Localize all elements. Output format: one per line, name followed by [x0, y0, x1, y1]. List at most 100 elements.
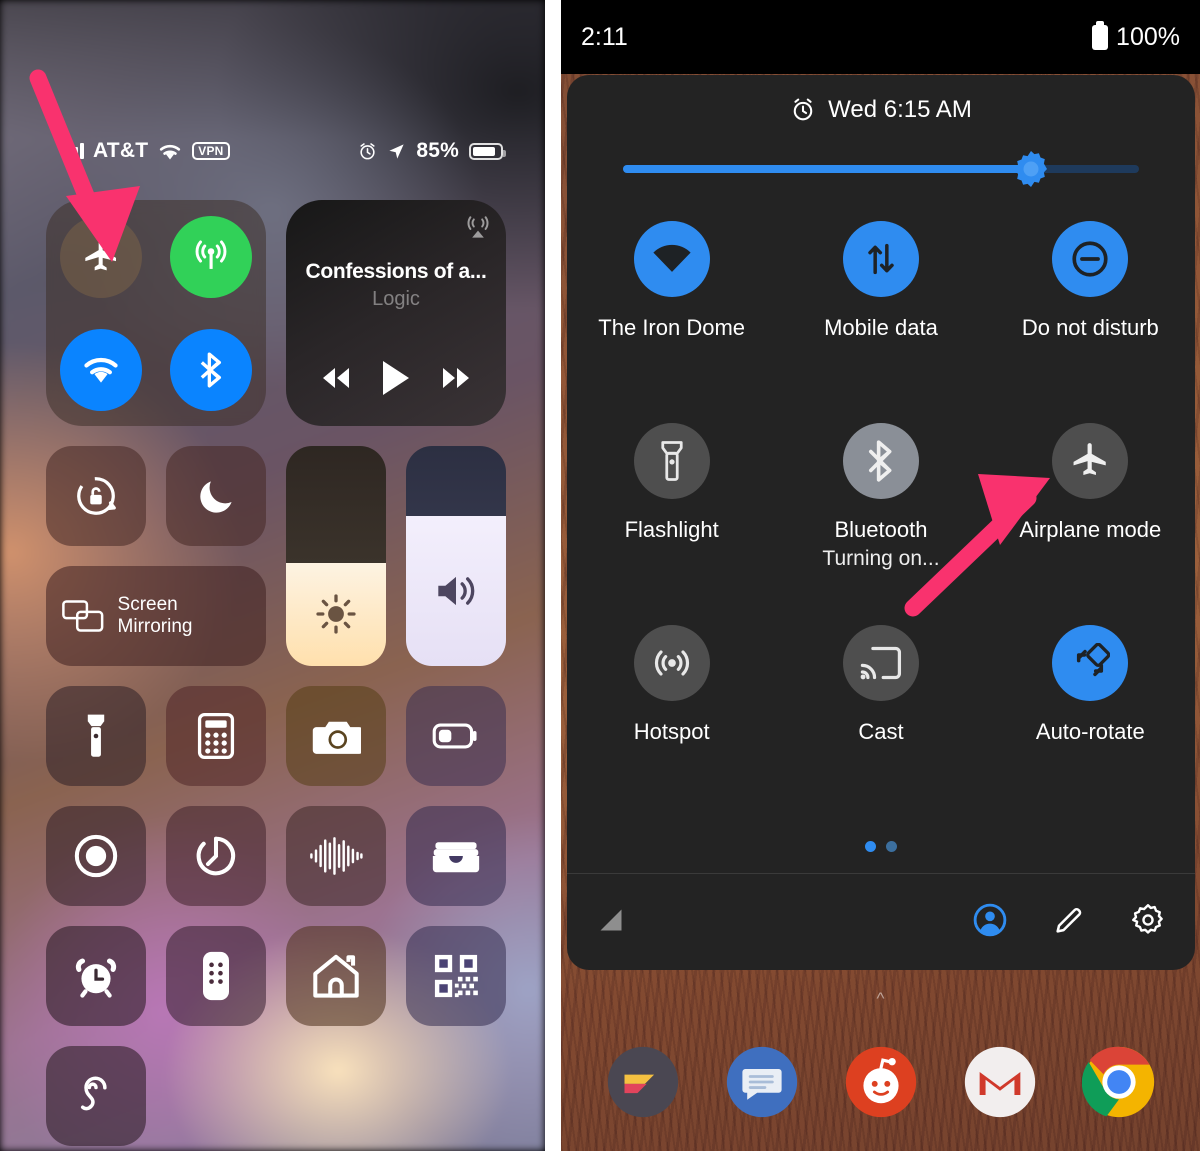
- record-circle-icon: [74, 834, 118, 878]
- hotspot-icon: [633, 625, 710, 701]
- tile-label: Flashlight: [624, 517, 719, 542]
- voice-memos-shortcut[interactable]: [286, 806, 386, 906]
- page-dot-inactive[interactable]: [886, 841, 897, 852]
- battery-percent-label: 100%: [1116, 22, 1180, 51]
- page-indicator[interactable]: [567, 841, 1195, 852]
- cellular-bars-icon: [62, 143, 84, 159]
- waveform-icon: [310, 837, 363, 875]
- tile-hotspot[interactable]: Hotspot: [567, 611, 776, 813]
- cellular-data-toggle[interactable]: [170, 215, 252, 298]
- ios-status-bar: AT&T VPN 85%: [0, 133, 545, 169]
- vpn-badge: VPN: [192, 141, 230, 161]
- tile-cast[interactable]: Cast: [776, 611, 985, 813]
- tile-label: Airplane mode: [1019, 517, 1162, 542]
- wifi-icon: [84, 357, 118, 383]
- tile-sublabel: Turning on...: [822, 547, 940, 570]
- qr-scanner-shortcut[interactable]: [406, 926, 506, 1026]
- hearing-shortcut[interactable]: [46, 1046, 146, 1146]
- battery-percent-label: 85%: [416, 139, 459, 162]
- alarm-shortcut[interactable]: [46, 926, 146, 1026]
- tile-wifi[interactable]: The Iron Dome: [567, 207, 776, 409]
- wifi-toggle[interactable]: [60, 328, 142, 411]
- camera-icon: [312, 721, 361, 754]
- screen-mirroring-button[interactable]: Screen Mirroring: [46, 566, 266, 666]
- android-quick-settings-screen: 2:11 100% Wed 6:15 AM The Iron Dome Mobi…: [561, 0, 1200, 1151]
- media-title: Confessions of a...: [305, 260, 487, 283]
- calculator-icon: [197, 713, 235, 759]
- camera-shortcut[interactable]: [286, 686, 386, 786]
- cellular-antenna-icon: [195, 240, 227, 269]
- slider-fill: [623, 165, 1031, 173]
- wifi-icon: [160, 144, 181, 159]
- chevron-up-icon[interactable]: ^: [877, 989, 885, 1009]
- comparison-screenshot: AT&T VPN 85% Confessions of a... Logic S…: [0, 0, 1200, 1151]
- home-icon: [313, 954, 359, 998]
- moon-icon: [200, 481, 232, 513]
- rewind-button[interactable]: [316, 365, 356, 396]
- quick-settings-tiles: The Iron Dome Mobile data Do not disturb…: [567, 207, 1195, 813]
- media-playback-widget[interactable]: Confessions of a... Logic: [286, 200, 506, 426]
- low-power-mode-shortcut[interactable]: [406, 686, 506, 786]
- ear-icon: [80, 1076, 107, 1111]
- calculator-shortcut[interactable]: [166, 686, 266, 786]
- rotation-lock-icon: [77, 477, 116, 515]
- quick-settings-footer: [567, 873, 1195, 970]
- tile-label: Do not disturb: [1021, 315, 1159, 340]
- app-reddit[interactable]: [844, 1045, 918, 1119]
- tile-flashlight[interactable]: Flashlight: [567, 409, 776, 611]
- apple-tv-remote-shortcut[interactable]: [166, 926, 266, 1026]
- flashlight-icon: [87, 714, 105, 757]
- brightness-slider[interactable]: [623, 149, 1139, 189]
- alarm-clock-icon: [360, 142, 375, 159]
- do-not-disturb-toggle[interactable]: [166, 446, 266, 546]
- wallet-shortcut[interactable]: [406, 806, 506, 906]
- tile-airplane-mode[interactable]: Airplane mode: [986, 409, 1195, 611]
- ios-control-center-screen: AT&T VPN 85% Confessions of a... Logic S…: [0, 0, 545, 1151]
- app-pushbullet[interactable]: [606, 1045, 680, 1119]
- tile-bluetooth[interactable]: Bluetooth Turning on...: [776, 409, 985, 611]
- gear-settings-icon[interactable]: [1131, 903, 1165, 942]
- page-dot-active[interactable]: [865, 841, 876, 852]
- fast-forward-button[interactable]: [436, 365, 476, 396]
- ios-control-center-panel: Confessions of a... Logic Screen Mirrori…: [46, 200, 506, 1146]
- screen-mirroring-label: Screen Mirroring: [117, 594, 193, 637]
- bluetooth-icon: [842, 423, 919, 499]
- flashlight-shortcut[interactable]: [46, 686, 146, 786]
- brightness-sun-icon[interactable]: [1011, 149, 1051, 189]
- alarm-text: Wed 6:15 AM: [828, 96, 972, 123]
- volume-slider[interactable]: [406, 446, 506, 666]
- timer-shortcut[interactable]: [166, 806, 266, 906]
- user-account-icon[interactable]: [973, 903, 1007, 942]
- app-messages[interactable]: [725, 1045, 799, 1119]
- alarm-status[interactable]: Wed 6:15 AM: [567, 75, 1195, 145]
- signal-triangle-icon[interactable]: [597, 907, 625, 938]
- bluetooth-icon: [200, 352, 221, 387]
- volume-speaker-icon: [438, 577, 475, 606]
- airplay-audio-icon[interactable]: [464, 212, 492, 245]
- ios-shortcut-grid: [46, 686, 506, 1146]
- wifi-icon: [633, 221, 710, 297]
- pencil-edit-icon[interactable]: [1053, 904, 1085, 941]
- airplane-mode-toggle[interactable]: [60, 215, 142, 298]
- qr-code-icon: [434, 954, 478, 998]
- screen-record-shortcut[interactable]: [46, 806, 146, 906]
- airplane-icon: [1052, 423, 1129, 499]
- home-shortcut[interactable]: [286, 926, 386, 1026]
- tile-mobile-data[interactable]: Mobile data: [776, 207, 985, 409]
- tile-label: Bluetooth: [834, 517, 928, 542]
- bluetooth-toggle[interactable]: [170, 328, 252, 411]
- android-status-bar: 2:11 100%: [561, 0, 1200, 74]
- media-artist: Logic: [372, 288, 420, 310]
- tile-do-not-disturb[interactable]: Do not disturb: [986, 207, 1195, 409]
- battery-full-icon: [1092, 20, 1109, 50]
- app-chrome[interactable]: [1081, 1045, 1156, 1119]
- connectivity-module: [46, 200, 266, 426]
- app-gmail[interactable]: [963, 1045, 1037, 1119]
- screen-mirroring-icon: [62, 600, 104, 632]
- tile-label: Hotspot: [633, 719, 710, 744]
- wallet-icon: [432, 842, 480, 873]
- play-button[interactable]: [379, 359, 413, 402]
- tile-auto-rotate[interactable]: Auto-rotate: [986, 611, 1195, 813]
- brightness-slider[interactable]: [286, 446, 386, 666]
- rotation-lock-toggle[interactable]: [46, 446, 146, 546]
